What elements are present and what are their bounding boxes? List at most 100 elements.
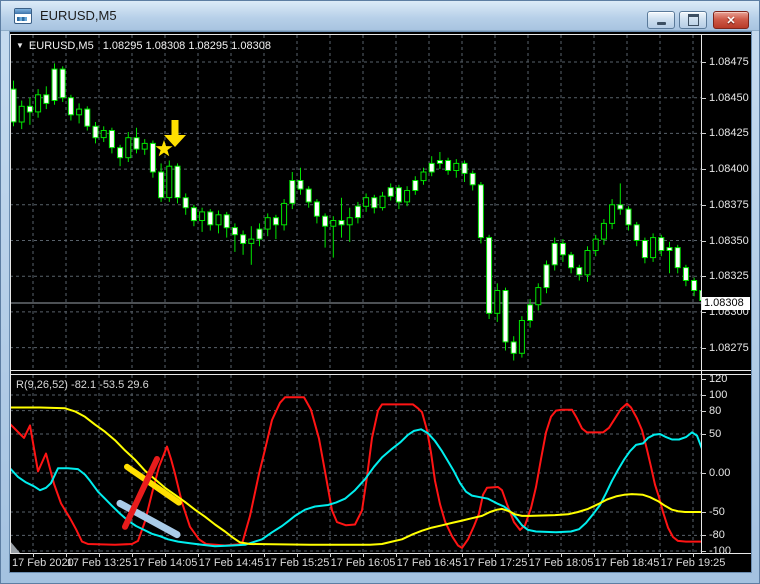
price-tick <box>701 205 706 206</box>
time-label: 17 Feb 2020 <box>12 557 74 569</box>
candle-body <box>420 171 427 182</box>
candle-body <box>322 215 329 227</box>
indicator-tick <box>701 512 706 513</box>
candle-body <box>166 165 173 199</box>
price-tick <box>701 241 706 242</box>
time-label: 17 Feb 17:25 <box>462 557 528 569</box>
candle-body <box>379 195 386 209</box>
candle-body <box>535 287 542 306</box>
price-pane-bottom-border[interactable] <box>10 370 751 371</box>
candle-body <box>26 105 33 113</box>
time-label: 17 Feb 13:25 <box>66 557 132 569</box>
candle-body <box>84 108 91 127</box>
candle-body <box>43 94 50 104</box>
price-tick-label: 1.08450 <box>709 92 749 104</box>
corner-marker <box>10 541 20 553</box>
window-titlebar[interactable]: EURUSD,M5 ✕ <box>1 1 759 31</box>
candle-body <box>346 217 353 226</box>
price-tick-label: 1.08475 <box>709 56 749 68</box>
indicator-tick <box>701 411 706 412</box>
candle-body <box>461 162 468 174</box>
candle-body <box>387 187 394 197</box>
candle-body <box>682 267 689 282</box>
time-label: 17 Feb 14:05 <box>132 557 198 569</box>
price-tick <box>701 348 706 349</box>
candle-body <box>100 130 107 139</box>
minimize-button[interactable] <box>647 11 675 29</box>
candle-body <box>518 320 525 354</box>
candle-body <box>436 160 443 164</box>
candle-body <box>600 222 607 240</box>
candle-body <box>453 162 460 171</box>
candle-body <box>133 137 140 150</box>
candle-body <box>371 197 378 209</box>
price-tick <box>701 133 706 134</box>
candle-body <box>108 130 115 149</box>
indicator-tick <box>701 379 706 380</box>
price-tick <box>701 169 706 170</box>
price-tick-label: 1.08400 <box>709 163 749 175</box>
candle-body <box>125 137 132 159</box>
chart-symbol-label: EURUSD,M5 <box>28 40 94 52</box>
candle-body <box>477 184 484 239</box>
star-annotation[interactable] <box>155 140 173 157</box>
candle-body <box>190 207 197 222</box>
indicator-tick-label: -50 <box>709 506 725 518</box>
indicator-pane-top-border[interactable] <box>10 374 751 375</box>
candle-body <box>576 267 583 276</box>
candle-body <box>223 214 230 229</box>
candle-body <box>10 88 17 123</box>
candle-body <box>650 237 657 259</box>
candle-body <box>486 237 493 314</box>
candle-body <box>289 180 296 204</box>
indicator-name-values: R(9,26,52) -82.1 -53.5 29.6 <box>16 379 149 391</box>
candle-body <box>18 105 25 123</box>
candle-body <box>76 108 83 116</box>
candle-body <box>256 228 263 240</box>
maximize-button[interactable] <box>679 11 707 29</box>
indicator-tick-label: 100 <box>709 389 728 401</box>
price-grid <box>10 35 701 370</box>
indicator-tick-label: 50 <box>709 428 722 440</box>
price-tick <box>701 276 706 277</box>
price-pane-top-border <box>10 34 751 35</box>
candle-body <box>691 280 698 291</box>
candle-body <box>149 142 156 173</box>
candle-body <box>35 94 42 113</box>
candle-body <box>551 242 558 266</box>
price-tick <box>701 312 706 313</box>
candle-body <box>141 142 148 150</box>
indicator-tick-label: -80 <box>709 529 725 541</box>
candle-body <box>633 224 640 242</box>
candle-body <box>559 242 566 256</box>
price-chart-plot[interactable] <box>10 35 701 370</box>
candle-body <box>67 97 74 116</box>
candle-body <box>543 264 550 289</box>
indicator-line-R-cyan[interactable] <box>10 428 701 548</box>
close-button[interactable]: ✕ <box>713 11 749 29</box>
candle-body <box>428 162 435 173</box>
collapse-triangle-icon[interactable]: ▼ <box>16 41 24 50</box>
indicator-grid <box>10 375 701 553</box>
candle-body <box>272 217 279 226</box>
candle-body <box>445 160 452 171</box>
candle-body <box>568 254 575 269</box>
chart-ohlc-values: 1.08295 1.08308 1.08295 1.08308 <box>102 40 271 52</box>
time-axis-line <box>10 553 751 554</box>
minimize-icon <box>656 21 666 25</box>
chart-window-icon <box>14 7 32 24</box>
candle-body <box>617 204 624 210</box>
price-tick-label: 1.08350 <box>709 235 749 247</box>
indicator-tick <box>701 535 706 536</box>
indicator-tick <box>701 434 706 435</box>
candle-body <box>363 197 370 207</box>
candle-body <box>527 304 534 321</box>
candle-body <box>313 201 320 217</box>
candle-body <box>182 197 189 209</box>
candle-body <box>502 290 509 343</box>
time-label: 17 Feb 16:45 <box>396 557 462 569</box>
indicator-plot[interactable] <box>10 375 701 553</box>
time-label: 17 Feb 14:45 <box>198 557 264 569</box>
candle-body <box>584 250 591 276</box>
candle-body <box>215 214 222 226</box>
